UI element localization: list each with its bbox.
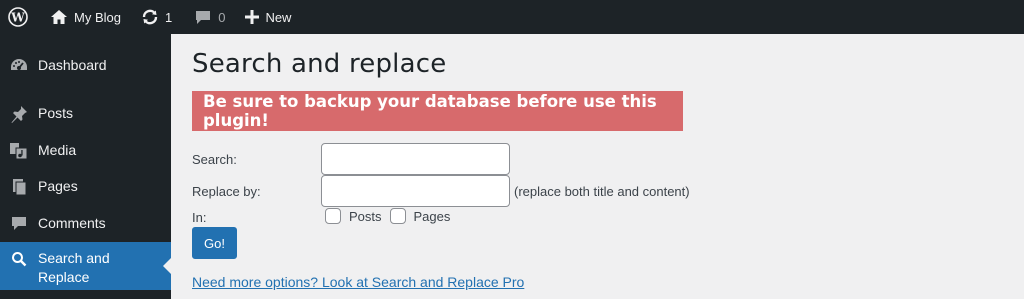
pin-icon [9, 104, 29, 124]
replace-label: Replace by: [192, 183, 261, 199]
plus-icon [245, 10, 260, 24]
in-label: In: [192, 210, 207, 225]
sidebar-item-comments[interactable]: Comments [0, 214, 171, 234]
replace-input[interactable] [321, 175, 510, 207]
sidebar-item-label: Pages [38, 178, 78, 194]
search-input[interactable] [321, 143, 510, 175]
sidebar-item-label-line1: Search and [38, 250, 110, 266]
admin-sidebar: Dashboard Posts Media Pages Comments Sea… [0, 34, 171, 299]
search-label: Search: [192, 151, 237, 167]
sidebar-item-label-line2: Replace [38, 269, 90, 285]
site-name-link[interactable]: My Blog [42, 0, 129, 34]
comment-bubble-icon [196, 10, 211, 24]
home-icon [51, 10, 67, 24]
admin-bar: W My Blog 1 0 New [0, 0, 1024, 34]
sidebar-item-search-and-replace[interactable]: Search and Replace [0, 242, 171, 290]
comments-count: 0 [218, 9, 226, 25]
new-label: New [265, 9, 292, 25]
sidebar-item-dashboard[interactable]: Dashboard [0, 56, 171, 76]
updates-icon [142, 9, 158, 25]
sidebar-item-media[interactable]: Media [0, 141, 171, 161]
replace-row: Replace by: (replace both title and cont… [192, 175, 690, 207]
comments-link[interactable]: 0 [186, 0, 233, 34]
go-button[interactable]: Go! [192, 227, 237, 259]
sidebar-item-label: Comments [38, 215, 106, 231]
replace-hint: (replace both title and content) [514, 183, 690, 199]
wordpress-logo-button[interactable]: W [0, 0, 42, 34]
updates-link[interactable]: 1 [133, 0, 180, 34]
svg-text:W: W [10, 11, 25, 25]
pages-icon [9, 177, 29, 197]
search-icon [9, 249, 29, 269]
in-row: In: Posts Pages [192, 207, 458, 225]
new-content-link[interactable]: New [237, 0, 299, 34]
backup-warning-banner: Be sure to backup your database before u… [192, 91, 683, 131]
pages-checkbox[interactable] [389, 208, 406, 224]
dashboard-icon [9, 56, 29, 76]
sidebar-item-label: Posts [38, 105, 74, 121]
comment-icon [9, 214, 29, 234]
media-icon [9, 141, 29, 161]
main-content: Search and replace Be sure to backup you… [171, 34, 1024, 299]
sidebar-item-label: Media [38, 142, 77, 158]
wordpress-logo-icon: W [8, 7, 28, 27]
sidebar-item-label: Dashboard [38, 57, 107, 73]
go-button-label: Go! [204, 235, 225, 251]
sidebar-item-posts[interactable]: Posts [0, 104, 171, 124]
sidebar-item-label: Search and Replace [38, 249, 110, 287]
updates-count: 1 [164, 9, 173, 25]
posts-checkbox-label: Posts [349, 208, 382, 224]
page-title: Search and replace [192, 49, 447, 79]
posts-checkbox[interactable] [325, 208, 341, 224]
sidebar-item-pages[interactable]: Pages [0, 177, 171, 197]
backup-warning-text: Be sure to backup your database before u… [203, 92, 657, 130]
search-replace-pro-link[interactable]: Need more options? Look at Search and Re… [192, 274, 524, 290]
search-row: Search: [192, 143, 510, 175]
pages-checkbox-label: Pages [413, 208, 451, 224]
site-name: My Blog [74, 9, 121, 25]
